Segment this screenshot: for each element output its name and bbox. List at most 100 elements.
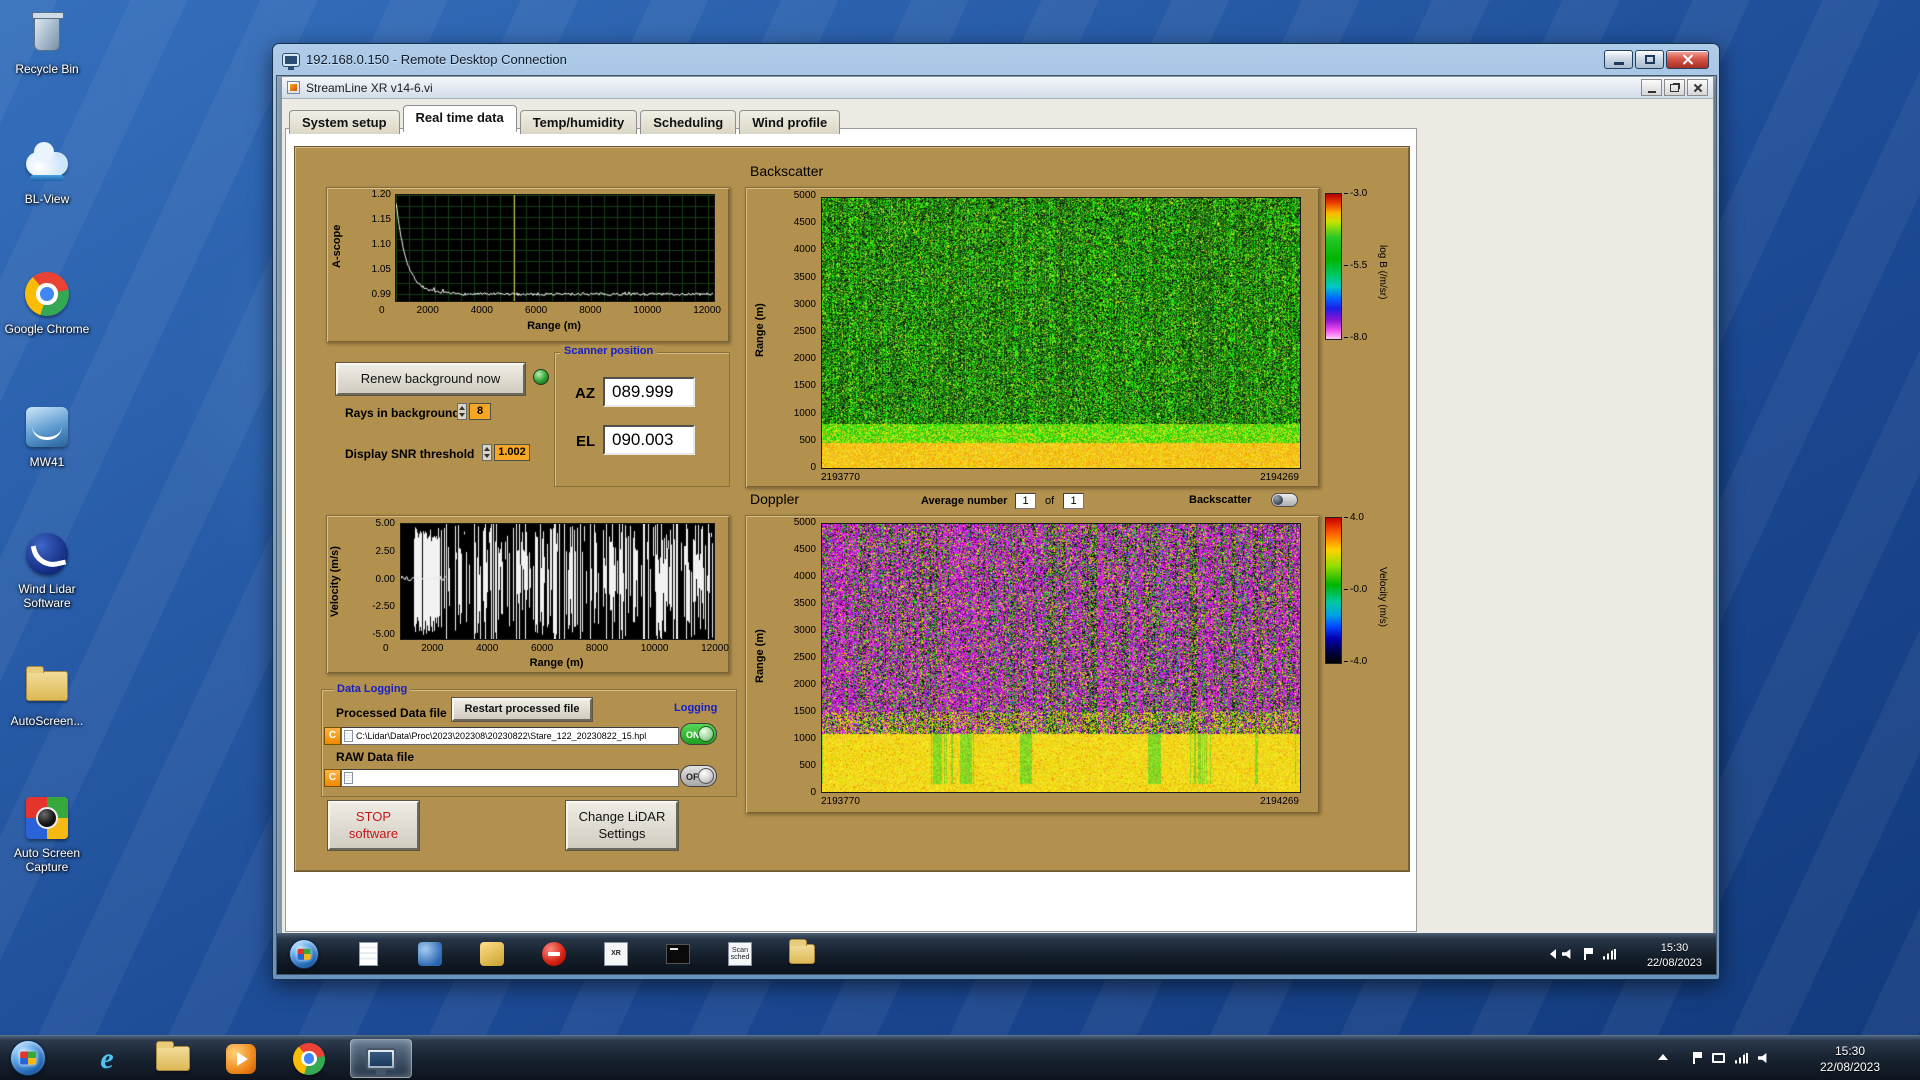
processed-path-field[interactable]: C:\Lidar\Data\Proc\2023\202308\20230822\… (341, 727, 679, 745)
azimuth-field[interactable]: 089.999 (603, 377, 695, 407)
tick-label: -2.50 (372, 601, 395, 613)
remote-start-button[interactable] (289, 939, 319, 969)
velocity-plot-canvas (400, 523, 715, 640)
elevation-field[interactable]: 090.003 (603, 425, 695, 455)
taskbar-item-explorer[interactable] (146, 1039, 200, 1078)
taskbar-item-internet-explorer[interactable]: e (80, 1039, 134, 1078)
rdp-window-title: 192.168.0.150 - Remote Desktop Connectio… (306, 52, 567, 67)
tick-label: 3500 (793, 598, 816, 609)
scanner-position-title: Scanner position (560, 345, 658, 357)
desktop-icon-label: Recycle Bin (15, 62, 79, 76)
vi-minimize-button[interactable] (1641, 79, 1662, 96)
remote-app-icon-blue[interactable] (417, 941, 443, 967)
tick-label: 8000 (585, 643, 609, 654)
vi-titlebar[interactable]: StreamLine XR v14-6.vi (282, 77, 1713, 99)
taskbar-item-chrome[interactable] (282, 1039, 336, 1078)
taskbar-item-media-player[interactable] (214, 1039, 268, 1078)
backscatter-toggle[interactable] (1271, 493, 1298, 507)
tick-label: 1.05 (371, 264, 391, 275)
desktop-icon-mw41[interactable]: MW41 (4, 403, 90, 469)
volume-icon[interactable] (1758, 1052, 1767, 1064)
raw-logging-toggle[interactable]: OFF (680, 765, 717, 787)
remote-volume-icon[interactable] (1562, 948, 1571, 960)
restart-processed-file-button[interactable]: Restart processed file (452, 698, 592, 721)
tab-temp-humidity[interactable]: Temp/humidity (519, 110, 638, 134)
show-hidden-icons-button[interactable] (1658, 1054, 1668, 1060)
desktop-icon-wind-lidar-software[interactable]: Wind Lidar Software (4, 530, 90, 610)
start-button[interactable] (10, 1040, 46, 1076)
remote-hidden-icons-button[interactable] (1550, 949, 1556, 959)
remote-explorer-icon[interactable] (789, 939, 815, 967)
front-panel: A-scope 1.20 1.15 1.10 1.05 0.99 0 2000 4000 60… (294, 146, 1410, 872)
remote-clock[interactable]: 15:30 22/08/2023 (1647, 941, 1702, 971)
tick-label: 1000 (793, 733, 816, 744)
remote-desktop-icon (283, 53, 299, 70)
average-number-label: Average number (921, 495, 1008, 507)
ascope-plot-frame: A-scope 1.20 1.15 1.10 1.05 0.99 0 2000 4000 60… (326, 187, 730, 343)
vi-close-button[interactable] (1687, 79, 1708, 96)
maximize-button[interactable] (1635, 50, 1664, 69)
power-app-icon[interactable] (541, 941, 567, 967)
close-button[interactable] (1666, 50, 1709, 69)
tick-label: 4500 (793, 544, 816, 555)
labview-vi-icon (287, 81, 300, 94)
velocity-plot-frame: Velocity (m/s) 5.00 2.50 0.00 -2.50 -5.00 0 2… (326, 515, 730, 674)
console-icon[interactable] (665, 941, 691, 967)
tick-label: 500 (799, 434, 816, 446)
tab-real-time-data[interactable]: Real time data (402, 105, 517, 132)
change-lidar-settings-button[interactable]: Change LiDAR Settings (566, 801, 678, 850)
processed-logging-toggle[interactable]: ON (680, 723, 717, 745)
tick-label: 10000 (640, 643, 669, 654)
tick-label: 3500 (793, 271, 816, 283)
tick-label: 0 (379, 305, 385, 316)
tab-system-setup[interactable]: System setup (289, 110, 400, 134)
tick-label: 2500 (793, 325, 816, 337)
network-icon[interactable] (1735, 1052, 1748, 1064)
desktop-icon-label: AutoScreen... (10, 714, 84, 728)
snr-spinner[interactable] (482, 444, 492, 461)
action-center-icon[interactable] (1693, 1052, 1702, 1064)
snr-field[interactable]: 1.002 (494, 444, 530, 461)
remote-app-icon-yellow[interactable] (479, 941, 505, 967)
tick-label: 10000 (633, 305, 662, 316)
velocity-x-axis-label: Range (m) (529, 657, 584, 669)
minimize-button[interactable] (1604, 50, 1633, 69)
internet-explorer-icon: e (100, 1041, 114, 1075)
display-icon[interactable] (1712, 1053, 1725, 1063)
raw-drive-button[interactable]: C (324, 769, 341, 787)
renew-background-button[interactable]: Renew background now (336, 363, 525, 395)
backscatter-heatmap-canvas (821, 197, 1301, 469)
average-total-field[interactable]: 1 (1063, 493, 1084, 509)
desktop-icon-recycle-bin[interactable]: Recycle Bin (4, 10, 90, 76)
processed-drive-button[interactable]: C (324, 727, 341, 745)
desktop-icon-bl-view[interactable]: BL-View (4, 140, 90, 206)
notepad-icon[interactable] (355, 941, 381, 967)
rays-spinner[interactable] (457, 403, 467, 420)
desktop-icon-google-chrome[interactable]: Google Chrome (4, 270, 90, 336)
desktop-icon-autoscreen[interactable]: AutoScreen... (4, 662, 90, 728)
rdp-titlebar[interactable]: 192.168.0.150 - Remote Desktop Connectio… (276, 44, 1716, 75)
xr-app-icon[interactable]: XR (603, 941, 629, 967)
vi-restore-button[interactable] (1664, 79, 1685, 96)
tick-label: 1500 (793, 380, 816, 392)
raw-path-field[interactable] (341, 769, 679, 787)
remote-tray-icons (1562, 948, 1616, 960)
remote-action-center-icon[interactable] (1584, 948, 1593, 960)
stop-software-button[interactable]: STOP software (328, 801, 419, 850)
rays-field[interactable]: 8 (469, 403, 491, 420)
tick-label: 4500 (793, 217, 816, 229)
tab-page-real-time-data: A-scope 1.20 1.15 1.10 1.05 0.99 0 2000 4000 60… (285, 128, 1417, 932)
taskbar-item-remote-desktop[interactable] (350, 1039, 412, 1078)
desktop-icon-auto-screen-capture[interactable]: Auto Screen Capture (4, 794, 90, 874)
tick-label: 1500 (793, 706, 816, 717)
tab-wind-profile[interactable]: Wind profile (739, 110, 841, 134)
tick-label: 8000 (579, 305, 602, 316)
vi-window: StreamLine XR v14-6.vi System setup Real… (281, 76, 1714, 934)
file-icon (344, 772, 353, 784)
average-number-field[interactable]: 1 (1015, 493, 1036, 509)
renew-led-indicator[interactable] (533, 369, 549, 385)
scan-scheduler-icon[interactable]: Scan sched (727, 941, 753, 967)
system-clock[interactable]: 15:30 22/08/2023 (1808, 1043, 1892, 1075)
remote-network-icon[interactable] (1603, 948, 1616, 960)
tab-scheduling[interactable]: Scheduling (640, 110, 737, 134)
